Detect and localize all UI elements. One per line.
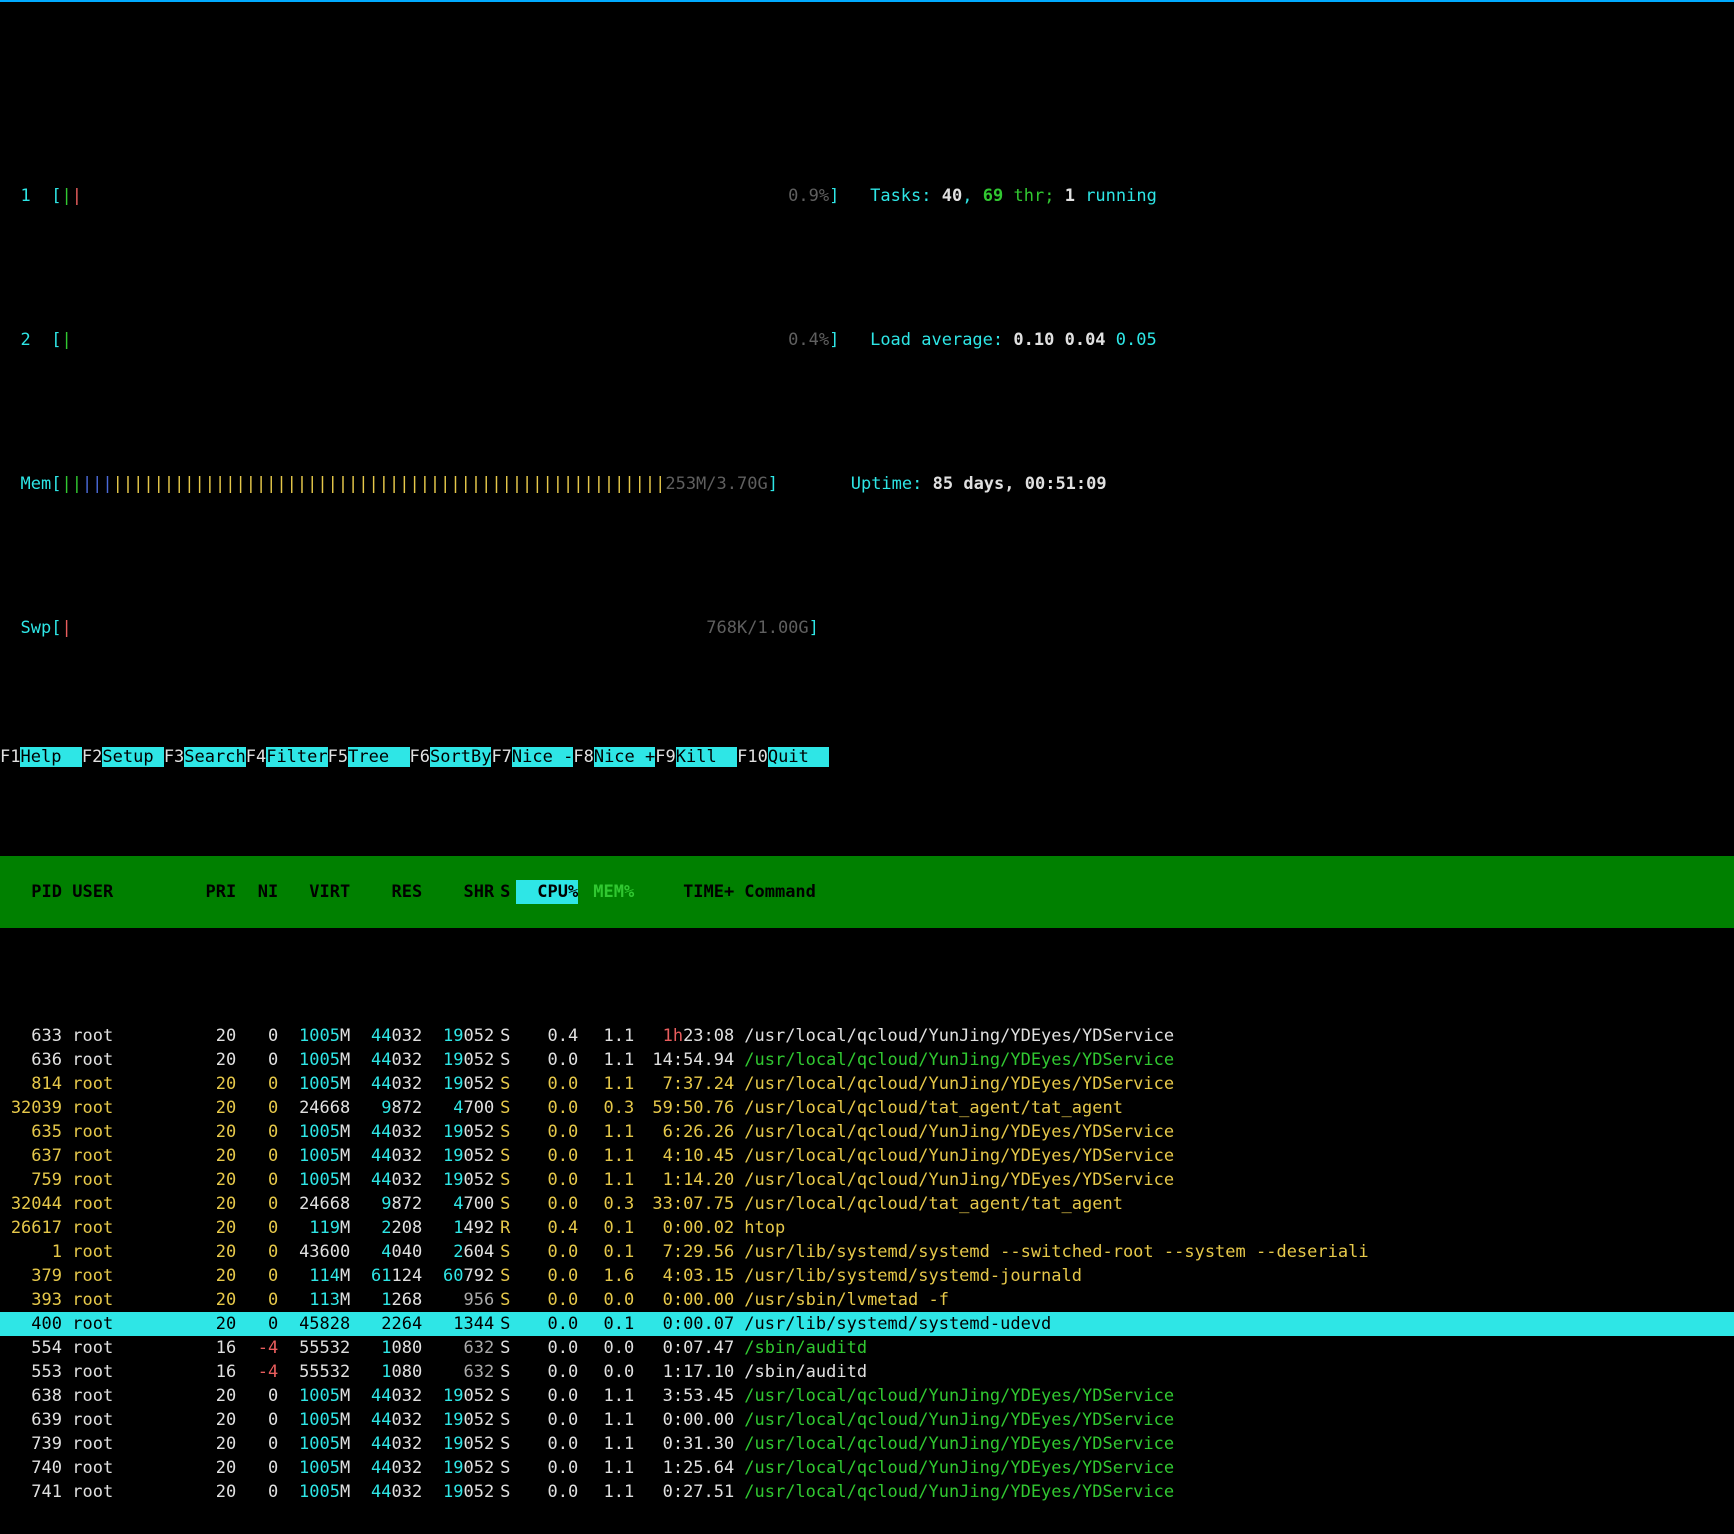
swp-label: Swp bbox=[20, 618, 51, 638]
mem-total: 3.70G bbox=[717, 474, 768, 494]
mem-used: 253M bbox=[665, 474, 706, 494]
fkey-label-F10[interactable]: Quit bbox=[768, 747, 829, 767]
col-time[interactable]: TIME+ bbox=[634, 880, 734, 904]
cpu1-pct: 0.9% bbox=[788, 186, 829, 206]
col-mem[interactable]: MEM% bbox=[578, 880, 634, 904]
fkey-F4[interactable]: F4 bbox=[246, 747, 266, 767]
fkey-F5[interactable]: F5 bbox=[328, 747, 348, 767]
fkey-label-F7[interactable]: Nice - bbox=[512, 747, 573, 767]
table-row[interactable]: 26617 root200119M22081492R0.40.10:00.02h… bbox=[0, 1216, 1734, 1240]
fkey-label-F4[interactable]: Filter bbox=[266, 747, 327, 767]
table-row[interactable]: 400 root2004582822641344S0.00.10:00.07/u… bbox=[0, 1312, 1734, 1336]
fkey-label-F5[interactable]: Tree bbox=[348, 747, 409, 767]
col-ni[interactable]: NI bbox=[236, 880, 278, 904]
fkey-label-F1[interactable]: Help bbox=[20, 747, 81, 767]
col-s[interactable]: S bbox=[494, 880, 516, 904]
cpu2-pct: 0.4% bbox=[788, 330, 829, 350]
header: 1 [|| 0.9%] Tasks: 40, 69 thr; 1 running bbox=[0, 160, 1734, 232]
col-virt[interactable]: VIRT bbox=[278, 880, 350, 904]
mem-row: Mem[||||||||||||||||||||||||||||||||||||… bbox=[0, 448, 1734, 520]
htop-screen: 1 [|| 0.9%] Tasks: 40, 69 thr; 1 running… bbox=[0, 0, 1734, 769]
table-row[interactable]: 759 root2001005M4403219052S0.01.11:14.20… bbox=[0, 1168, 1734, 1192]
table-row[interactable]: 637 root2001005M4403219052S0.01.14:10.45… bbox=[0, 1144, 1734, 1168]
fkey-F10[interactable]: F10 bbox=[737, 747, 768, 767]
swp-total: 1.00G bbox=[757, 618, 808, 638]
cpu1-label: 1 bbox=[20, 186, 30, 206]
fkey-F8[interactable]: F8 bbox=[573, 747, 593, 767]
fkey-F6[interactable]: F6 bbox=[410, 747, 430, 767]
table-row[interactable]: 379 root200114M6112460792S0.01.64:03.15/… bbox=[0, 1264, 1734, 1288]
la15: 0.05 bbox=[1116, 330, 1157, 350]
table-row[interactable]: 633 root2001005M4403219052S0.41.11h23:08… bbox=[0, 1024, 1734, 1048]
running-label: running bbox=[1085, 186, 1157, 206]
fkey-label-F6[interactable]: SortBy bbox=[430, 747, 491, 767]
table-row[interactable]: 1 root2004360040402604S0.00.17:29.56/usr… bbox=[0, 1240, 1734, 1264]
uptime-value: 85 days, 00:51:09 bbox=[933, 474, 1107, 494]
thr-label: thr; bbox=[1013, 186, 1054, 206]
table-row[interactable]: 554 root16-4555321080632S0.00.00:07.47/s… bbox=[0, 1336, 1734, 1360]
table-row[interactable]: 553 root16-4555321080632S0.00.01:17.10/s… bbox=[0, 1360, 1734, 1384]
fkey-F1[interactable]: F1 bbox=[0, 747, 20, 767]
tasks-label: Tasks: bbox=[870, 186, 931, 206]
footer-bar: F1Help F2Setup F3SearchF4FilterF5Tree F6… bbox=[0, 745, 1734, 769]
col-pid[interactable]: PID bbox=[0, 880, 62, 904]
uptime-label: Uptime: bbox=[851, 474, 923, 494]
header-row2: 2 [| 0.4%] Load average: 0.10 0.04 0.05 bbox=[0, 304, 1734, 376]
la1: 0.10 bbox=[1013, 330, 1054, 350]
cpu2-label: 2 bbox=[20, 330, 30, 350]
col-pri[interactable]: PRI bbox=[184, 880, 236, 904]
table-row[interactable]: 638 root2001005M4403219052S0.01.13:53.45… bbox=[0, 1384, 1734, 1408]
col-res[interactable]: RES bbox=[350, 880, 422, 904]
fkey-label-F8[interactable]: Nice + bbox=[594, 747, 655, 767]
table-row[interactable]: 393 root200113M1268956S0.00.00:00.00/usr… bbox=[0, 1288, 1734, 1312]
table-row[interactable]: 636 root2001005M4403219052S0.01.114:54.9… bbox=[0, 1048, 1734, 1072]
load-label: Load average: bbox=[870, 330, 1003, 350]
col-cpu[interactable]: CPU% bbox=[516, 880, 578, 904]
fkey-label-F3[interactable]: Search bbox=[184, 747, 245, 767]
table-row[interactable]: 639 root2001005M4403219052S0.01.10:00.00… bbox=[0, 1408, 1734, 1432]
la5: 0.04 bbox=[1065, 330, 1106, 350]
fkey-label-F2[interactable]: Setup bbox=[102, 747, 163, 767]
col-cmd[interactable]: Command bbox=[734, 880, 816, 904]
tasks-thr: 69 bbox=[983, 186, 1003, 206]
table-row[interactable]: 741 root2001005M4403219052S0.01.10:27.51… bbox=[0, 1480, 1734, 1504]
swap-row: Swp[| 768K/1.00G] bbox=[0, 592, 1734, 664]
table-row[interactable]: 32039 root2002466898724700S0.00.359:50.7… bbox=[0, 1096, 1734, 1120]
fkey-F3[interactable]: F3 bbox=[164, 747, 184, 767]
tasks-count: 40 bbox=[942, 186, 962, 206]
tasks-sep: , bbox=[962, 186, 972, 206]
fkey-F2[interactable]: F2 bbox=[82, 747, 102, 767]
table-row[interactable]: 32044 root2002466898724700S0.00.333:07.7… bbox=[0, 1192, 1734, 1216]
mem-label: Mem bbox=[20, 474, 51, 494]
table-row[interactable]: 814 root2001005M4403219052S0.01.17:37.24… bbox=[0, 1072, 1734, 1096]
process-list[interactable]: 633 root2001005M4403219052S0.41.11h23:08… bbox=[0, 1024, 1734, 1504]
fkey-label-F9[interactable]: Kill bbox=[676, 747, 737, 767]
col-shr[interactable]: SHR bbox=[422, 880, 494, 904]
table-row[interactable]: 739 root2001005M4403219052S0.01.10:31.30… bbox=[0, 1432, 1734, 1456]
swp-used: 768K bbox=[706, 618, 747, 638]
fkey-F9[interactable]: F9 bbox=[655, 747, 675, 767]
table-row[interactable]: 635 root2001005M4403219052S0.01.16:26.26… bbox=[0, 1120, 1734, 1144]
col-user[interactable]: USER bbox=[72, 880, 184, 904]
tasks-running: 1 bbox=[1065, 186, 1075, 206]
table-row[interactable]: 740 root2001005M4403219052S0.01.11:25.64… bbox=[0, 1456, 1734, 1480]
process-header[interactable]: PID USERPRINIVIRTRESSHRSCPU%MEM%TIME+Com… bbox=[0, 856, 1734, 928]
fkey-F7[interactable]: F7 bbox=[491, 747, 511, 767]
